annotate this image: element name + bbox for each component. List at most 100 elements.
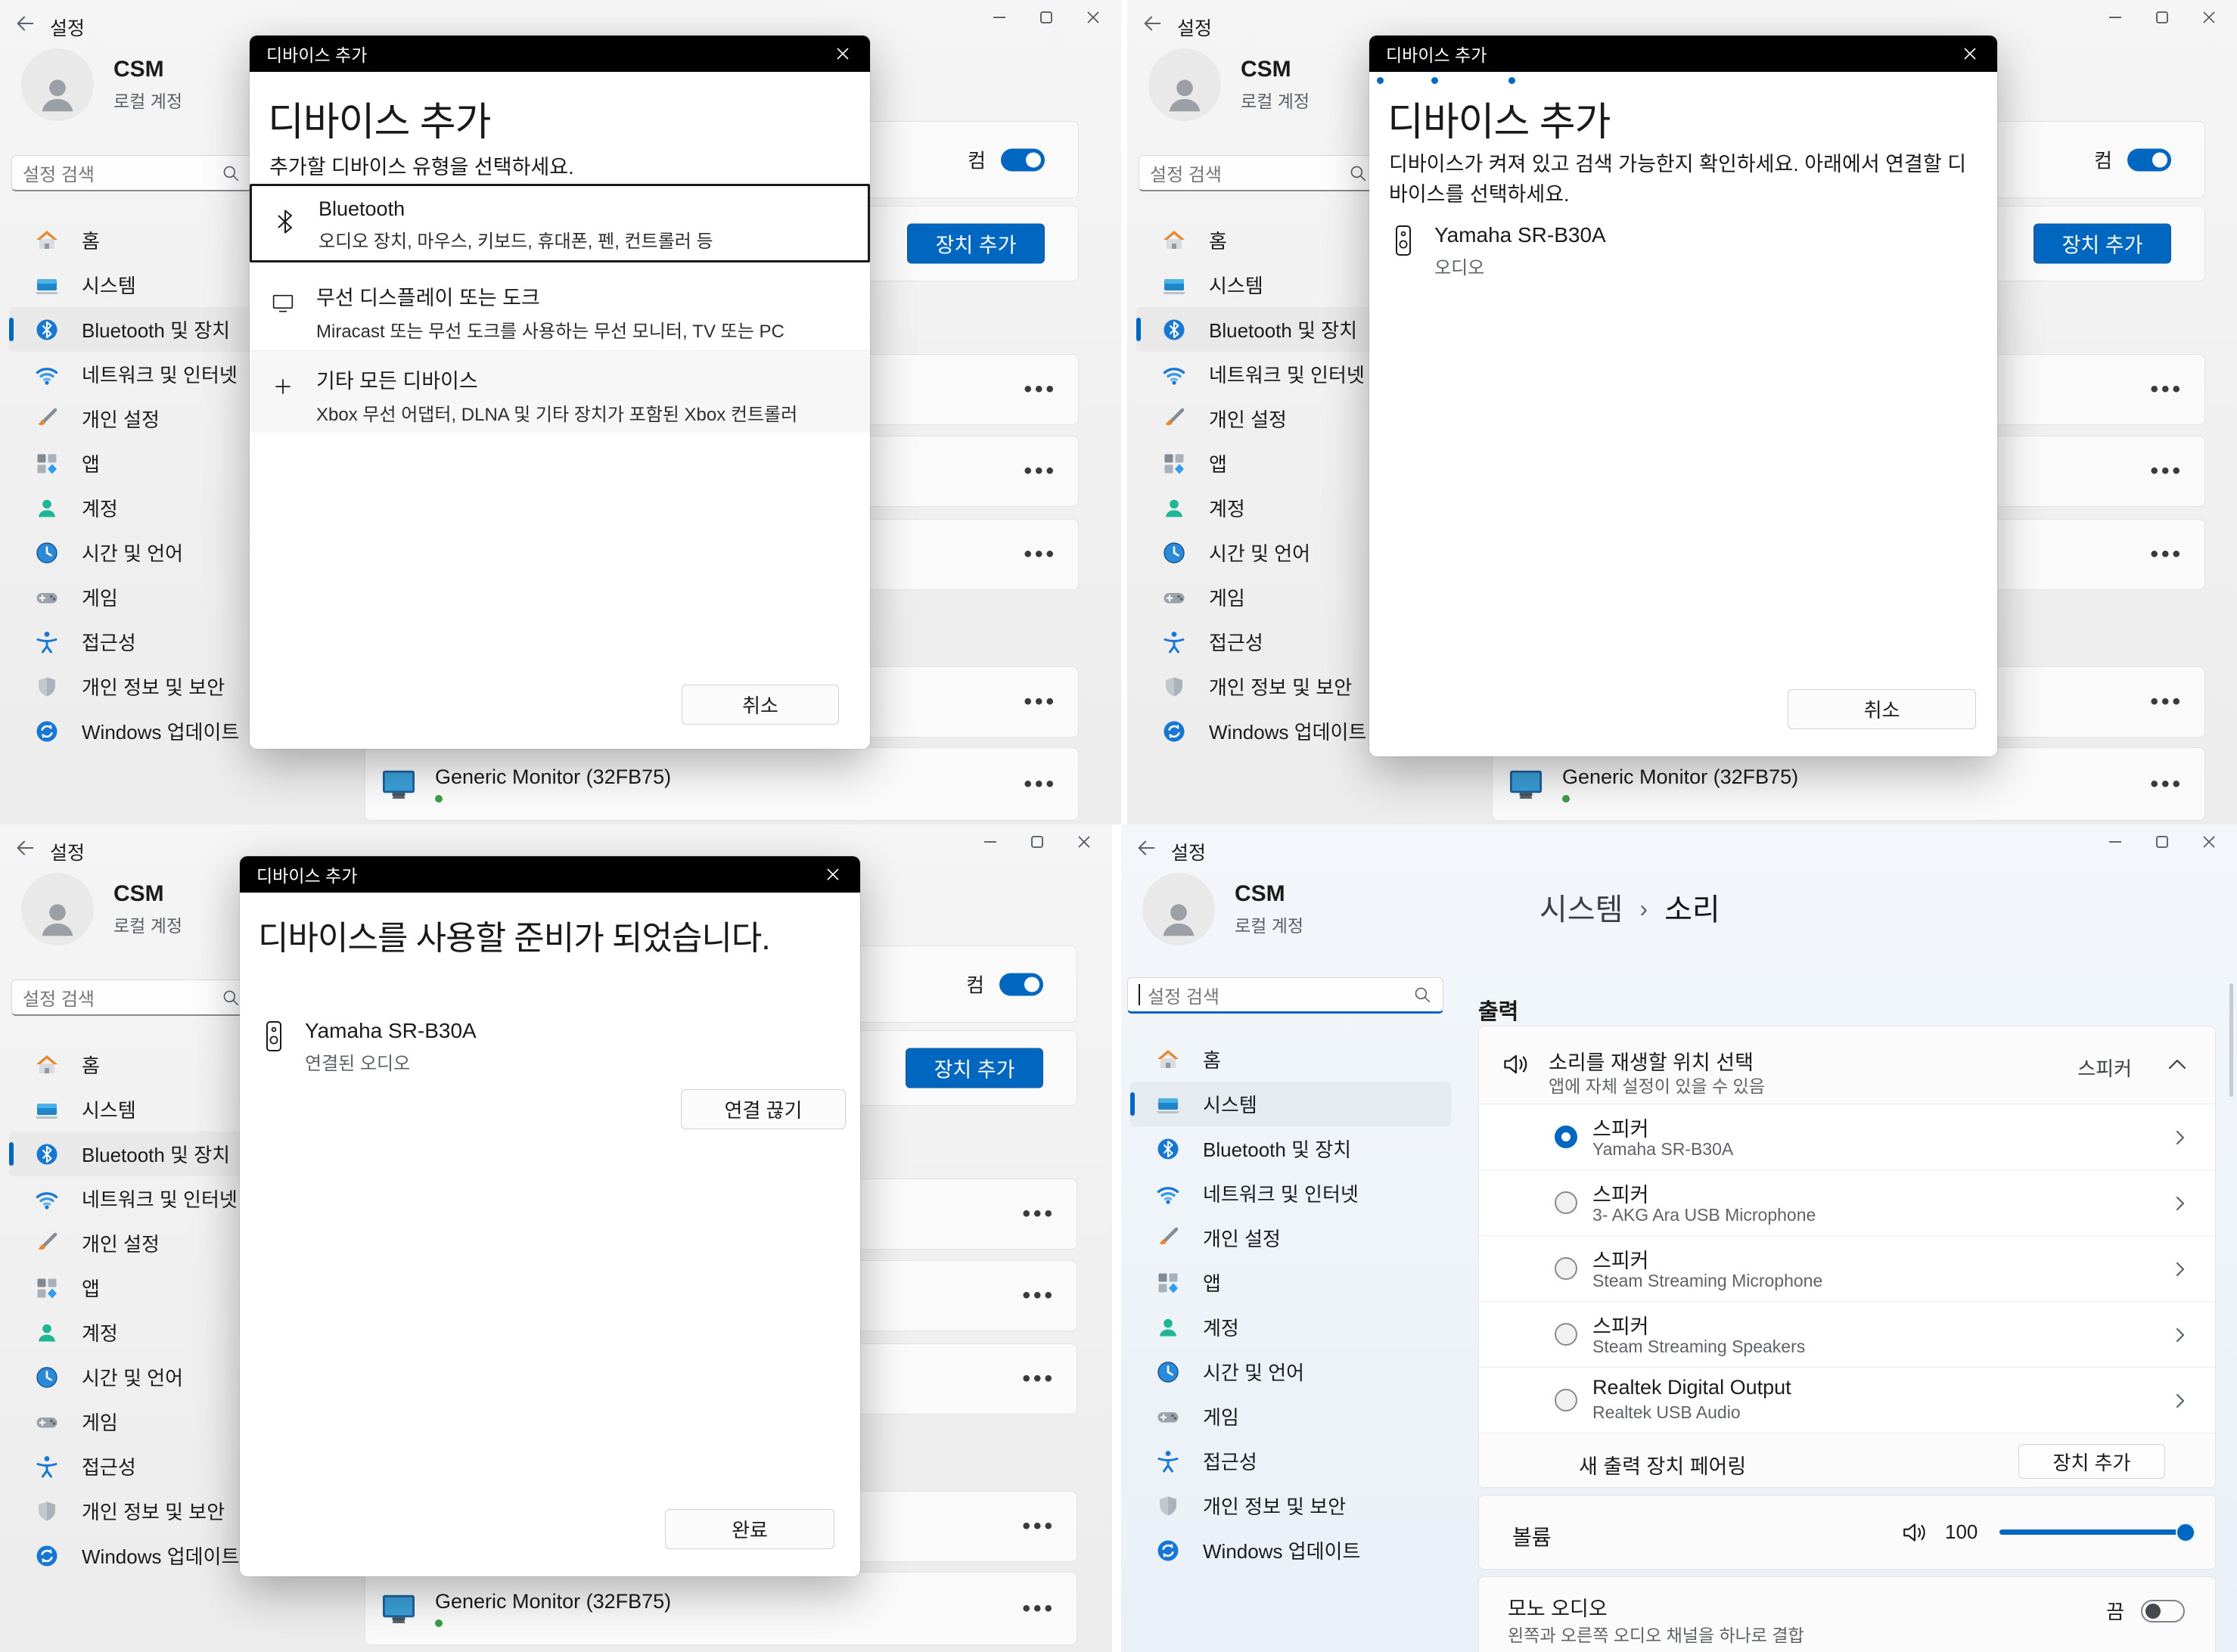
search-input[interactable]: 설정 검색 [1139,155,1379,191]
bluetooth-toggle[interactable]: 컴 [968,146,1045,174]
bluetooth-toggle[interactable]: 컴 [966,970,1043,998]
more-options-icon[interactable]: ••• [2150,377,2183,402]
time-icon [35,1365,59,1390]
search-input[interactable]: 설정 검색 [1127,977,1443,1014]
back-icon[interactable] [1135,837,1157,859]
minimize-button[interactable] [967,824,1014,859]
volume-icon[interactable] [1901,1520,1930,1545]
device-type-option[interactable]: 기타 모든 디바이스Xbox 무선 어댑터, DLNA 및 기타 장치가 포함된… [250,350,870,433]
back-icon[interactable] [14,12,36,35]
nav-item[interactable]: 네트워크 및 인터넷 [1130,1171,1451,1216]
more-options-icon[interactable]: ••• [1024,377,1057,402]
maximize-button[interactable] [2139,0,2186,35]
monitor-device-row[interactable]: Generic Monitor (32FB75) ••• [365,1572,1077,1645]
more-options-icon[interactable]: ••• [1022,1366,1055,1392]
privacy-icon [35,1499,59,1523]
dialog-close-button[interactable] [1953,41,1987,67]
dialog-close-button[interactable] [816,862,850,887]
nav-item[interactable]: 개인 설정 [1130,1216,1451,1260]
more-options-icon[interactable]: ••• [1022,1201,1055,1227]
chevron-up-icon[interactable] [2168,1058,2186,1070]
add-device-dialog: 디바이스 추가 디바이스 추가 추가할 디바이스 유형을 선택하세요. Blue… [250,36,870,749]
minimize-button[interactable] [2092,0,2139,35]
bluetooth-icon [1156,1137,1180,1161]
device-name: Yamaha SR-B30A [1434,223,1606,247]
add-device-button[interactable]: 장치 추가 [2033,224,2171,264]
accessibility-icon [1156,1449,1180,1473]
more-options-icon[interactable]: ••• [1024,542,1057,567]
cancel-button[interactable]: 취소 [1788,689,1976,729]
search-input[interactable]: 설정 검색 [11,980,252,1016]
more-options-icon[interactable]: ••• [1024,772,1057,797]
radio-button[interactable] [1555,1389,1577,1411]
more-options-icon[interactable]: ••• [1022,1283,1055,1309]
add-device-button[interactable]: 장치 추가 [906,1048,1043,1088]
nav-item[interactable]: 접근성 [1130,1439,1451,1483]
more-options-icon[interactable]: ••• [1022,1514,1055,1539]
device-name: Generic Monitor (32FB75) [1562,765,1798,789]
toggle-on[interactable] [2127,148,2171,171]
monitor-device-row[interactable]: Generic Monitor (32FB75) ••• [1492,747,2205,821]
nav-item[interactable]: 시스템 [1130,1082,1451,1126]
disconnect-button[interactable]: 연결 끊기 [681,1089,846,1129]
toggle-on[interactable] [1001,148,1045,171]
cancel-button[interactable]: 취소 [682,685,839,725]
more-options-icon[interactable]: ••• [2150,689,2183,715]
add-device-button[interactable]: 장치 추가 [907,224,1045,264]
breadcrumb-parent[interactable]: 시스템 [1539,885,1623,929]
more-options-icon[interactable]: ••• [2150,542,2183,567]
output-device-row[interactable]: 스피커 3- AKG Ara USB Microphone [1479,1169,2215,1235]
back-icon[interactable] [1141,12,1164,35]
nav-item[interactable]: 계정 [1130,1305,1451,1349]
output-device-row[interactable]: 스피커 Yamaha SR-B30A [1479,1104,2215,1169]
radio-button[interactable] [1555,1257,1577,1280]
output-picker-header[interactable]: 소리를 재생할 위치 선택 앱에 자체 설정이 있을 수 있음 스피커 [1479,1026,2215,1104]
maximize-button[interactable] [1014,824,1061,859]
maximize-button[interactable] [1023,0,1070,35]
nav-item[interactable]: 앱 [1130,1260,1451,1305]
radio-button[interactable] [1555,1191,1577,1214]
radio-button[interactable] [1555,1126,1577,1148]
more-options-icon[interactable]: ••• [1024,458,1057,484]
maximize-button[interactable] [2139,824,2186,859]
more-options-icon[interactable]: ••• [1024,689,1057,715]
nav-item[interactable]: Windows 업데이트 [1130,1528,1451,1573]
toggle-on[interactable] [999,973,1043,995]
back-icon[interactable] [14,837,36,859]
volume-slider[interactable] [1999,1529,2192,1535]
scrollbar[interactable] [2229,983,2233,1097]
pair-device-button[interactable]: 장치 추가 [2018,1444,2165,1479]
nav-item[interactable]: 홈 [1130,1037,1451,1082]
home-icon [1156,1048,1180,1072]
found-device-row[interactable]: Yamaha SR-B30A 오디오 [1392,223,1606,279]
more-options-icon[interactable]: ••• [2150,458,2183,484]
mono-toggle-off[interactable] [2141,1600,2185,1622]
radio-button[interactable] [1555,1323,1577,1346]
nav-item[interactable]: 시간 및 언어 [1130,1349,1451,1394]
minimize-button[interactable] [2092,824,2139,859]
nav-item[interactable]: 게임 [1130,1394,1451,1439]
dialog-close-button[interactable] [826,41,859,67]
close-button[interactable] [1070,0,1117,35]
search-input[interactable]: 설정 검색 [11,155,252,191]
monitor-device-row[interactable]: Generic Monitor (32FB75) ••• [365,747,1079,821]
device-type-option[interactable]: Bluetooth오디오 장치, 마우스, 키보드, 휴대폰, 펜, 컨트롤러 … [250,184,870,262]
close-button[interactable] [1061,824,1108,859]
done-button[interactable]: 완료 [665,1509,834,1549]
nav-item[interactable]: Bluetooth 및 장치 [1130,1126,1451,1171]
output-device-row[interactable]: 스피커 Steam Streaming Speakers [1479,1301,2215,1367]
bluetooth-toggle[interactable]: 컴 [2094,146,2171,174]
more-options-icon[interactable]: ••• [1022,1596,1055,1622]
nav-item[interactable]: 개인 정보 및 보안 [1130,1483,1451,1528]
minimize-button[interactable] [976,0,1023,35]
search-icon [221,988,241,1008]
device-type-option[interactable]: 무선 디스플레이 또는 도크Miracast 또는 무선 도크를 사용하는 무선… [250,268,870,350]
output-device-row[interactable]: 스피커 Steam Streaming Microphone [1479,1235,2215,1301]
dialog-title: 디바이스 추가 [266,41,367,67]
system-icon [1156,1092,1180,1116]
output-device-row[interactable]: Realtek Digital Output Realtek USB Audio [1479,1367,2215,1433]
more-options-icon[interactable]: ••• [2150,772,2183,797]
slider-thumb[interactable] [2176,1523,2195,1542]
close-button[interactable] [2186,824,2232,859]
close-button[interactable] [2186,0,2232,35]
